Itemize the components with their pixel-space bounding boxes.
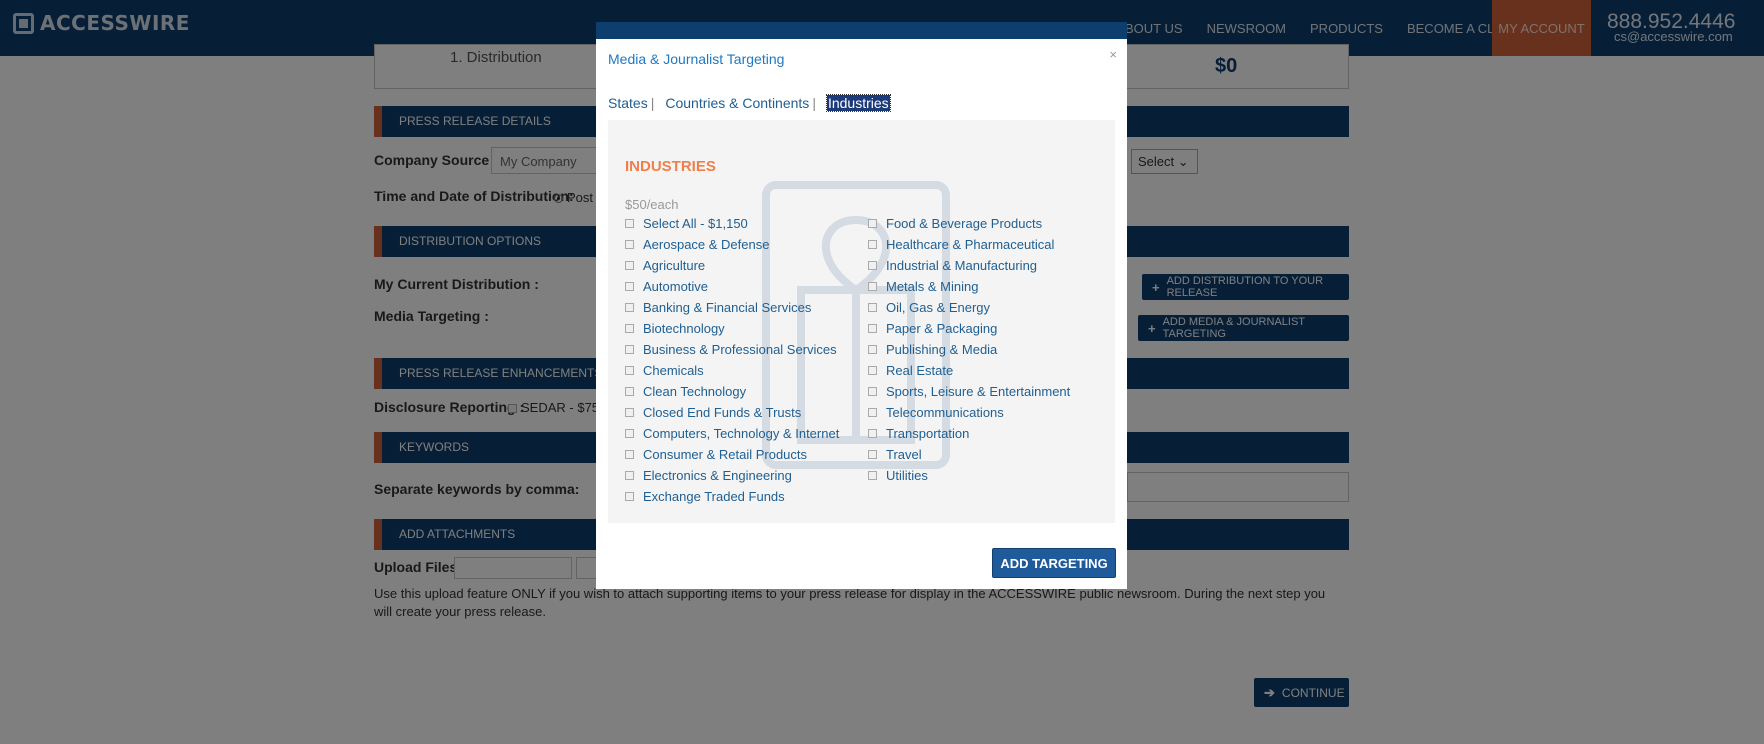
industries-panel: INDUSTRIES $50/each Select All - $1,150 A…	[608, 120, 1115, 523]
industry-option-select-all-1-150[interactable]: Select All - $1,150	[625, 213, 839, 234]
industry-option-sports-leisure-entertainment[interactable]: Sports, Leisure & Entertainment	[868, 381, 1070, 402]
industry-label: Closed End Funds & Trusts	[643, 405, 802, 420]
industry-label: Real Estate	[886, 363, 954, 378]
checkbox-icon[interactable]	[868, 261, 877, 270]
checkbox-icon[interactable]	[625, 429, 634, 438]
industry-label: Transportation	[886, 426, 970, 441]
industry-option-transportation[interactable]: Transportation	[868, 423, 1070, 444]
industry-label: Banking & Financial Services	[643, 300, 812, 315]
checkbox-icon[interactable]	[625, 303, 634, 312]
industry-option-automotive[interactable]: Automotive	[625, 276, 839, 297]
checkbox-icon[interactable]	[868, 345, 877, 354]
industry-label: Electronics & Engineering	[643, 468, 792, 483]
checkbox-icon[interactable]	[868, 429, 877, 438]
industry-option-real-estate[interactable]: Real Estate	[868, 360, 1070, 381]
industry-label: Select All - $1,150	[643, 216, 748, 231]
tab-industries[interactable]: Industries	[825, 94, 891, 112]
checkbox-icon[interactable]	[625, 387, 634, 396]
industry-label: Aerospace & Defense	[643, 237, 770, 252]
industry-label: Biotechnology	[643, 321, 725, 336]
close-icon[interactable]: ×	[1109, 47, 1117, 62]
industry-label: Consumer & Retail Products	[643, 447, 808, 462]
targeting-modal: Media & Journalist Targeting × States | …	[596, 22, 1127, 589]
industries-heading: INDUSTRIES	[625, 158, 716, 175]
industry-option-metals-mining[interactable]: Metals & Mining	[868, 276, 1070, 297]
industry-option-food-beverage-products[interactable]: Food & Beverage Products	[868, 213, 1070, 234]
industry-label: Publishing & Media	[886, 342, 998, 357]
industries-column-2: Food & Beverage Products Healthcare & Pha…	[868, 213, 1070, 486]
modal-tabs: States | Countries & Continents | Indust…	[608, 94, 891, 112]
checkbox-icon[interactable]	[868, 471, 877, 480]
industry-option-consumer-retail-products[interactable]: Consumer & Retail Products	[625, 444, 839, 465]
industry-option-electronics-engineering[interactable]: Electronics & Engineering	[625, 465, 839, 486]
industry-label: Oil, Gas & Energy	[886, 300, 991, 315]
industry-option-travel[interactable]: Travel	[868, 444, 1070, 465]
checkbox-icon[interactable]	[625, 408, 634, 417]
checkbox-icon[interactable]	[625, 219, 634, 228]
checkbox-icon[interactable]	[625, 345, 634, 354]
industry-label: Industrial & Manufacturing	[886, 258, 1038, 273]
industry-option-paper-packaging[interactable]: Paper & Packaging	[868, 318, 1070, 339]
checkbox-icon[interactable]	[625, 450, 634, 459]
industry-label: Computers, Technology & Internet	[643, 426, 840, 441]
checkbox-icon[interactable]	[868, 450, 877, 459]
industry-option-biotechnology[interactable]: Biotechnology	[625, 318, 839, 339]
industry-label: Metals & Mining	[886, 279, 979, 294]
industry-option-computers-technology-internet[interactable]: Computers, Technology & Internet	[625, 423, 839, 444]
add-targeting-button[interactable]: ADD TARGETING	[992, 548, 1116, 578]
modal-title: Media & Journalist Targeting	[608, 51, 785, 67]
checkbox-icon[interactable]	[625, 492, 634, 501]
checkbox-icon[interactable]	[868, 366, 877, 375]
checkbox-icon[interactable]	[868, 324, 877, 333]
industry-option-exchange-traded-funds[interactable]: Exchange Traded Funds	[625, 486, 839, 507]
industry-label: Exchange Traded Funds	[643, 489, 785, 504]
checkbox-icon[interactable]	[868, 219, 877, 228]
checkbox-icon[interactable]	[625, 261, 634, 270]
checkbox-icon[interactable]	[625, 471, 634, 480]
industry-option-aerospace-defense[interactable]: Aerospace & Defense	[625, 234, 839, 255]
industry-label: Sports, Leisure & Entertainment	[886, 384, 1071, 399]
industry-option-oil-gas-energy[interactable]: Oil, Gas & Energy	[868, 297, 1070, 318]
industry-label: Agriculture	[643, 258, 706, 273]
industry-option-clean-technology[interactable]: Clean Technology	[625, 381, 839, 402]
industry-label: Clean Technology	[643, 384, 747, 399]
checkbox-icon[interactable]	[868, 408, 877, 417]
industry-label: Paper & Packaging	[886, 321, 998, 336]
industries-column-1: Select All - $1,150 Aerospace & Defense Ag…	[625, 213, 839, 507]
checkbox-icon[interactable]	[868, 240, 877, 249]
industry-label: Healthcare & Pharmaceutical	[886, 237, 1055, 252]
checkbox-icon[interactable]	[625, 366, 634, 375]
industry-option-business-professional-services[interactable]: Business & Professional Services	[625, 339, 839, 360]
checkbox-icon[interactable]	[868, 303, 877, 312]
industry-option-banking-financial-services[interactable]: Banking & Financial Services	[625, 297, 839, 318]
industry-label: Utilities	[886, 468, 928, 483]
tab-states[interactable]: States	[608, 95, 648, 111]
tab-separator: |	[812, 95, 816, 111]
industry-option-agriculture[interactable]: Agriculture	[625, 255, 839, 276]
checkbox-icon[interactable]	[868, 387, 877, 396]
tab-countries[interactable]: Countries & Continents	[665, 95, 809, 111]
industry-option-telecommunications[interactable]: Telecommunications	[868, 402, 1070, 423]
industry-label: Telecommunications	[886, 405, 1004, 420]
industry-label: Automotive	[643, 279, 709, 294]
industry-option-healthcare-pharmaceutical[interactable]: Healthcare & Pharmaceutical	[868, 234, 1070, 255]
industry-label: Business & Professional Services	[643, 342, 837, 357]
industry-option-utilities[interactable]: Utilities	[868, 465, 1070, 486]
industry-label: Chemicals	[643, 363, 704, 378]
industry-label: Food & Beverage Products	[886, 216, 1043, 231]
industry-label: Travel	[886, 447, 922, 462]
checkbox-icon[interactable]	[625, 282, 634, 291]
industry-option-chemicals[interactable]: Chemicals	[625, 360, 839, 381]
industry-option-publishing-media[interactable]: Publishing & Media	[868, 339, 1070, 360]
tab-separator: |	[650, 95, 655, 111]
checkbox-icon[interactable]	[868, 282, 877, 291]
price-note: $50/each	[625, 197, 679, 212]
checkbox-icon[interactable]	[625, 324, 634, 333]
checkbox-icon[interactable]	[625, 240, 634, 249]
industry-option-closed-end-funds-trusts[interactable]: Closed End Funds & Trusts	[625, 402, 839, 423]
industry-option-industrial-manufacturing[interactable]: Industrial & Manufacturing	[868, 255, 1070, 276]
